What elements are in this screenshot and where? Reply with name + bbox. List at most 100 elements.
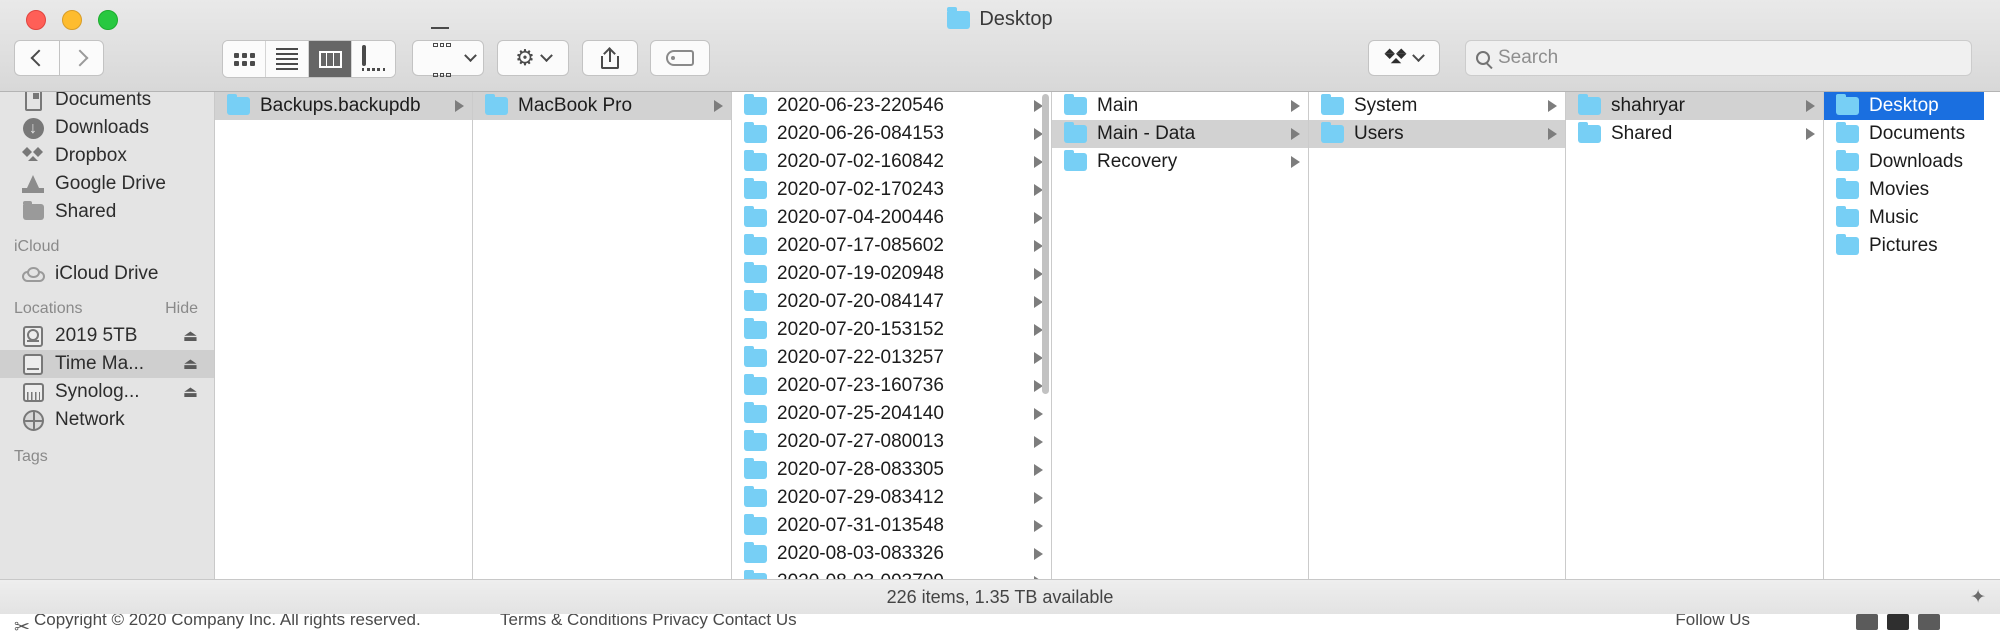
column-view-button[interactable] xyxy=(309,41,352,77)
column-item[interactable]: 2020-07-02-160842 xyxy=(732,148,1051,176)
sidebar-item-synology[interactable]: Synolog... ⏏ xyxy=(0,378,214,406)
column-item[interactable]: 2020-07-27-080013 xyxy=(732,428,1051,456)
gallery-view-button[interactable] xyxy=(352,41,395,77)
column-machines: MacBook Pro xyxy=(473,92,732,614)
disclosure-triangle-icon[interactable] xyxy=(714,100,723,112)
column-item[interactable]: 2020-07-28-083305 xyxy=(732,456,1051,484)
column-item[interactable]: 2020-07-17-085602 xyxy=(732,232,1051,260)
column-item-label: 2020-07-17-085602 xyxy=(777,235,944,256)
sidebar-hide-button[interactable]: Hide xyxy=(165,300,198,318)
column-item[interactable]: shahryar xyxy=(1566,92,1823,120)
column-item-label: 2020-06-26-084153 xyxy=(777,123,944,144)
sidebar-item-documents[interactable]: Documents xyxy=(0,92,214,114)
column-item[interactable]: 2020-06-23-220546 xyxy=(732,92,1051,120)
disclosure-triangle-icon[interactable] xyxy=(1806,128,1815,140)
folder-icon xyxy=(485,93,508,115)
sidebar-item-network[interactable]: Network xyxy=(0,406,214,434)
dropbox-button[interactable] xyxy=(1368,40,1440,76)
share-button[interactable] xyxy=(582,40,638,76)
background-follow-text: Follow Us xyxy=(1675,614,1750,629)
column-item-label: Pictures xyxy=(1869,235,1938,256)
column-item[interactable]: Main xyxy=(1052,92,1308,120)
column-item[interactable]: 2020-07-25-204140 xyxy=(732,400,1051,428)
disclosure-triangle-icon[interactable] xyxy=(455,100,464,112)
column-item-label: MacBook Pro xyxy=(518,95,633,116)
sidebar-item-downloads[interactable]: Downloads xyxy=(0,114,214,142)
sidebar-item-2019-5tb[interactable]: 2019 5TB ⏏ xyxy=(0,322,214,350)
column-item[interactable]: 2020-08-03-083326 xyxy=(732,540,1051,568)
column-item[interactable]: Users xyxy=(1309,120,1565,148)
group-items-button[interactable] xyxy=(412,27,484,77)
column-snapshots[interactable]: 2020-06-23-220546 2020-06-26-084153 2020-0… xyxy=(732,92,1052,614)
disclosure-triangle-icon[interactable] xyxy=(1548,100,1557,112)
column-item[interactable]: Documents xyxy=(1824,120,1984,148)
navigation-buttons xyxy=(14,40,104,76)
column-item[interactable]: Downloads xyxy=(1824,148,1984,176)
sidebar-item-google-drive[interactable]: Google Drive xyxy=(0,170,214,198)
sidebar: Documents Downloads Dropbox Google Drive xyxy=(0,92,215,614)
column-item[interactable]: Shared xyxy=(1566,120,1823,148)
column-item[interactable]: 2020-06-26-084153 xyxy=(732,120,1051,148)
window-title: Desktop xyxy=(0,7,2000,31)
column-item[interactable]: Main - Data xyxy=(1052,120,1308,148)
forward-button[interactable] xyxy=(59,40,104,76)
action-menu-button[interactable]: ⚙ xyxy=(497,40,569,76)
column-item[interactable]: 2020-07-22-013257 xyxy=(732,344,1051,372)
close-button[interactable] xyxy=(26,10,46,30)
column-item[interactable]: System xyxy=(1309,92,1565,120)
column-item-label: 2020-08-03-083326 xyxy=(777,543,944,564)
column-item-label: 2020-07-23-160736 xyxy=(777,375,944,396)
column-item[interactable]: Movies xyxy=(1824,176,1984,204)
chevron-down-icon xyxy=(1412,48,1425,62)
column-item[interactable]: 2020-07-31-013548 xyxy=(732,512,1051,540)
folder-icon xyxy=(1836,205,1859,227)
downloads-icon xyxy=(22,117,44,139)
scissors-icon: ✂ xyxy=(14,617,30,638)
disclosure-triangle-icon[interactable] xyxy=(1291,128,1300,140)
column-item[interactable]: Music xyxy=(1824,204,1984,232)
scrollbar-thumb[interactable] xyxy=(1042,94,1049,394)
back-button[interactable] xyxy=(14,40,59,76)
sidebar-section-label: iCloud xyxy=(14,238,60,255)
disclosure-triangle-icon[interactable] xyxy=(1291,156,1300,168)
column-item[interactable]: 2020-07-19-020948 xyxy=(732,260,1051,288)
search-field[interactable]: Search xyxy=(1465,40,1972,76)
sidebar-item-dropbox[interactable]: Dropbox xyxy=(0,142,214,170)
sidebar-item-icloud-drive[interactable]: iCloud Drive xyxy=(0,260,214,288)
column-item[interactable]: Backups.backupdb xyxy=(215,92,472,120)
sidebar-item-label: Shared xyxy=(55,201,117,222)
nas-icon xyxy=(22,381,44,403)
column-item[interactable]: 2020-07-23-160736 xyxy=(732,372,1051,400)
disclosure-triangle-icon[interactable] xyxy=(1291,100,1300,112)
eject-icon[interactable]: ⏏ xyxy=(183,354,198,374)
minimize-button[interactable] xyxy=(62,10,82,30)
column-item[interactable]: 2020-07-02-170243 xyxy=(732,176,1051,204)
column-item[interactable]: Desktop xyxy=(1824,92,1984,120)
background-webpage-strip: ✂ Copyright © 2020 Company Inc. All righ… xyxy=(0,614,2000,640)
column-item[interactable]: MacBook Pro xyxy=(473,92,731,120)
column-item[interactable]: Pictures xyxy=(1824,232,1984,260)
column-item-label: 2020-07-28-083305 xyxy=(777,459,944,480)
icon-view-button[interactable] xyxy=(223,41,266,77)
eject-icon[interactable]: ⏏ xyxy=(183,382,198,402)
column-item[interactable]: 2020-07-29-083412 xyxy=(732,484,1051,512)
scrollbar[interactable] xyxy=(1042,94,1049,612)
background-links-text: Terms & Conditions Privacy Contact Us xyxy=(500,614,797,629)
list-view-button[interactable] xyxy=(266,41,309,77)
folder-icon xyxy=(744,373,767,395)
edit-tags-button[interactable] xyxy=(650,40,710,76)
search-input[interactable]: Search xyxy=(1498,47,1558,69)
disclosure-triangle-icon[interactable] xyxy=(1806,100,1815,112)
maximize-button[interactable] xyxy=(98,10,118,30)
column-item[interactable]: 2020-07-20-153152 xyxy=(732,316,1051,344)
column-item[interactable]: 2020-07-20-084147 xyxy=(732,288,1051,316)
disclosure-triangle-icon[interactable] xyxy=(1548,128,1557,140)
column-item[interactable]: Recovery xyxy=(1052,148,1308,176)
chevron-down-icon xyxy=(463,48,477,62)
sidebar-item-time-machine[interactable]: Time Ma... ⏏ xyxy=(0,350,214,378)
column-item[interactable]: 2020-07-04-200446 xyxy=(732,204,1051,232)
folder-icon xyxy=(744,93,767,115)
eject-icon[interactable]: ⏏ xyxy=(183,326,198,346)
sidebar-item-shared[interactable]: Shared xyxy=(0,198,214,226)
folder-icon xyxy=(744,429,767,451)
